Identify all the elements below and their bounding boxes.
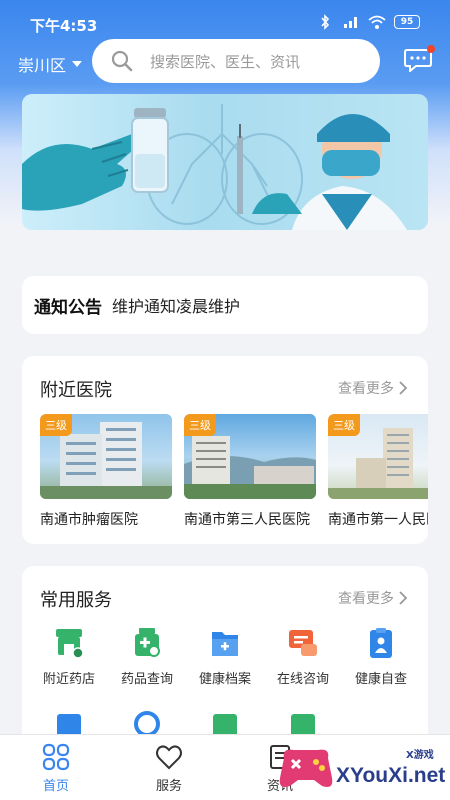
notice-card[interactable]: 通知公告 维护通知凌晨维护	[22, 276, 428, 334]
notice-text: 维护通知凌晨维护	[112, 297, 241, 316]
section-title: 附近医院	[40, 380, 112, 401]
message-button[interactable]	[404, 45, 435, 74]
battery-icon: 95	[394, 15, 420, 29]
location-selector[interactable]: 崇川区	[18, 52, 83, 76]
unread-dot	[427, 45, 435, 53]
status-time: 下午4:53	[30, 17, 98, 35]
service-drug-query[interactable]: 药品查询	[108, 626, 186, 687]
chevron-right-icon	[399, 381, 408, 395]
service-health-self-check[interactable]: 健康自查	[342, 626, 420, 687]
chat-consult-icon	[289, 630, 317, 656]
service-online-consult[interactable]: 在线咨询	[264, 626, 342, 687]
level-badge: 三级	[328, 414, 360, 436]
search-icon	[111, 50, 133, 72]
signal-icon	[344, 17, 357, 28]
watermark-text: XYouXi.net	[336, 764, 446, 787]
service-label: 药品查询	[120, 672, 173, 687]
wifi-icon	[368, 15, 386, 29]
hospital-name: 南通市第三人民医院	[184, 512, 310, 528]
pharmacy-store-icon	[56, 629, 84, 659]
section-title: 常用服务	[40, 590, 112, 611]
service-label: 附近药店	[42, 672, 95, 687]
battery-level: 95	[400, 17, 414, 27]
watermark-sub: X游戏	[406, 750, 434, 761]
location-label: 崇川区	[18, 56, 67, 75]
hospital-card[interactable]: 三级 南通市肿瘤医院	[40, 414, 172, 529]
clipboard-person-icon	[370, 628, 392, 658]
gamepad-logo-icon	[279, 749, 333, 787]
hospital-photo: 三级	[40, 414, 172, 499]
promo-banner[interactable]	[22, 94, 428, 230]
service-label: 健康档案	[198, 672, 251, 687]
service-health-records[interactable]: 健康档案	[186, 626, 264, 687]
site-watermark: X游戏 XYouXi.net	[278, 742, 446, 794]
nearby-hospitals-section: 附近医院 查看更多 三级 南通市肿瘤医院 三级 南通市第三人民医院 三级 南通市…	[22, 356, 428, 544]
hospital-card[interactable]: 三级 南通市第三人民医院	[184, 414, 316, 529]
heart-icon	[156, 745, 182, 770]
health-folder-icon	[212, 632, 238, 656]
tab-label: 服务	[155, 779, 182, 794]
service-nearby-pharmacy[interactable]: 附近药店	[30, 626, 108, 687]
hospital-list: 三级 南通市肿瘤医院 三级 南通市第三人民医院 三级 南通市第一人民	[40, 414, 428, 532]
hospital-photo: 三级	[184, 414, 316, 499]
hospital-photo: 三级	[328, 414, 428, 499]
tab-services[interactable]: 服务	[139, 743, 199, 794]
status-bar: 下午4:53 95	[0, 0, 450, 40]
hospital-name: 南通市肿瘤医院	[40, 512, 138, 528]
banner-illustration	[22, 104, 407, 230]
tab-label: 首页	[42, 779, 69, 794]
level-badge: 三级	[40, 414, 72, 436]
status-icons: 95	[316, 14, 420, 30]
tab-home[interactable]: 首页	[26, 743, 86, 794]
see-more-hospitals-link[interactable]: 查看更多	[338, 378, 408, 398]
notice-title: 通知公告	[34, 297, 102, 318]
common-services-section: 常用服务 查看更多 附近药店 药品查询 健康档案 在线咨询 健康自查	[22, 566, 428, 756]
search-placeholder: 搜索医院、医生、资讯	[150, 52, 301, 71]
home-grid-icon	[42, 743, 70, 771]
service-label: 在线咨询	[276, 672, 329, 687]
medicine-bottle-icon	[135, 628, 160, 657]
caret-down-icon	[72, 61, 83, 67]
bluetooth-icon	[321, 14, 330, 30]
search-bar[interactable]: 搜索医院、医生、资讯	[92, 39, 380, 83]
hospital-card[interactable]: 三级 南通市第一人民医院	[328, 414, 428, 529]
see-more-label: 查看更多	[338, 591, 394, 607]
level-badge: 三级	[184, 414, 216, 436]
service-label: 健康自查	[354, 672, 407, 687]
see-more-label: 查看更多	[338, 381, 394, 397]
see-more-services-link[interactable]: 查看更多	[338, 588, 408, 608]
chevron-right-icon	[399, 591, 408, 605]
hospital-name: 南通市第一人民医院	[328, 512, 428, 528]
